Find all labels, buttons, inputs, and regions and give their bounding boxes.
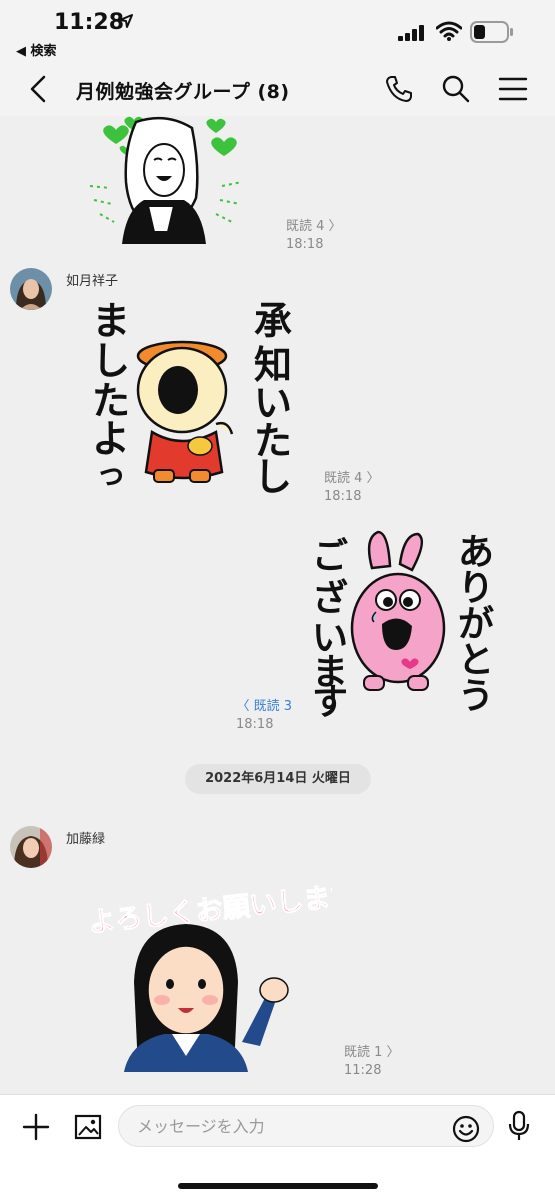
message-time: 18:18	[324, 489, 362, 504]
message-meta: 〈 既読 3 18:18	[236, 698, 292, 734]
svg-text:ま: ま	[92, 299, 130, 343]
phone-icon[interactable]	[384, 74, 414, 104]
sticker-business-woman-please[interactable]: よろしくお願いします	[82, 872, 332, 1072]
svg-text:う: う	[458, 676, 494, 717]
home-indicator	[178, 1183, 378, 1189]
svg-text:承: 承	[254, 299, 292, 343]
message-input[interactable]	[137, 1106, 457, 1146]
message-time: 11:28	[344, 1063, 382, 1078]
sticker-girl-with-hearts[interactable]	[86, 116, 246, 244]
sticker-orange-character-acknowledged[interactable]: 承 知 い た し ま し た よ っ	[82, 294, 300, 494]
svg-text:よ: よ	[92, 417, 130, 461]
menu-icon[interactable]	[498, 75, 528, 103]
svg-text:し: し	[254, 455, 292, 494]
sticker-pink-rabbit-thanks[interactable]: あ り が と う ご ざ い ま す	[306, 528, 506, 728]
svg-text:し: し	[92, 339, 130, 383]
chat-title: 月例勉強会グループ (8)	[76, 81, 290, 103]
image-icon[interactable]	[74, 1113, 102, 1141]
svg-text:あ: あ	[458, 532, 494, 573]
message-time: 18:18	[236, 717, 274, 732]
svg-text:す: す	[312, 682, 348, 723]
status-time: 11:28	[54, 10, 125, 35]
chat-area[interactable]: 既読 4 〉 18:18 如月祥子 承 知 い た し ま し た よ っ 既読…	[0, 116, 555, 1094]
svg-text:り: り	[458, 568, 494, 609]
status-bar: 11:28 ◀ 検索	[0, 0, 555, 60]
chat-header: 月例勉強会グループ (8)	[0, 60, 555, 116]
emoji-icon[interactable]	[452, 1115, 480, 1143]
location-arrow-icon	[119, 14, 133, 28]
read-receipt[interactable]: 既読 4 〉	[324, 470, 380, 488]
message-meta: 既読 4 〉 18:18	[324, 470, 380, 506]
search-icon[interactable]	[441, 74, 471, 104]
svg-text:っ: っ	[96, 457, 126, 492]
read-receipt[interactable]: 既読 1 〉	[344, 1044, 400, 1062]
sender-name: 如月祥子	[66, 274, 119, 289]
avatar-sender-1[interactable]	[10, 268, 52, 310]
svg-text:が: が	[458, 604, 494, 645]
back-to-search-link[interactable]: ◀ 検索	[16, 40, 57, 59]
read-receipt[interactable]: 既読 4 〉	[286, 218, 342, 236]
read-receipt[interactable]: 〈 既読 3	[236, 698, 292, 716]
date-separator: 2022年6月14日 火曜日	[185, 764, 371, 794]
back-chevron-icon[interactable]	[26, 74, 52, 104]
plus-icon[interactable]	[22, 1113, 50, 1141]
message-time: 18:18	[286, 237, 324, 252]
avatar-sender-2[interactable]	[10, 826, 52, 868]
message-meta: 既読 4 〉 18:18	[286, 218, 342, 254]
sender-name: 加藤緑	[66, 832, 106, 847]
message-meta: 既読 1 〉 11:28	[344, 1044, 400, 1080]
message-composer	[0, 1094, 555, 1200]
svg-text:と: と	[458, 640, 494, 681]
svg-text:ざ: ざ	[312, 577, 348, 619]
microphone-icon[interactable]	[507, 1110, 531, 1142]
battery-icon	[470, 21, 513, 43]
message-input-container[interactable]	[118, 1105, 494, 1147]
cellular-signal-icon	[398, 25, 424, 41]
svg-text:ご: ご	[312, 536, 348, 577]
wifi-icon	[436, 21, 462, 41]
